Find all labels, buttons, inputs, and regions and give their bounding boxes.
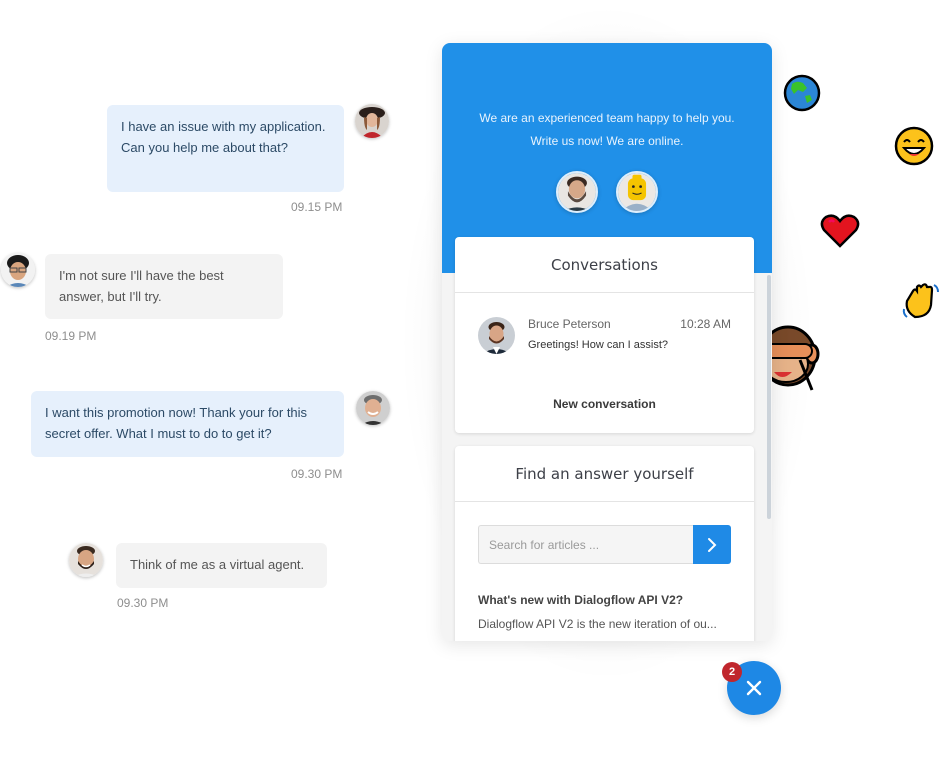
grinning-face-emoji	[894, 126, 934, 166]
conversation-name: Bruce Peterson	[528, 317, 611, 331]
conversations-title: Conversations	[455, 237, 754, 293]
heart-emoji	[820, 213, 860, 249]
panel-scrollbar[interactable]	[767, 275, 771, 519]
article-link[interactable]: What's new with Dialogflow API V2?	[478, 593, 683, 607]
new-conversation-button[interactable]: New conversation	[455, 377, 754, 433]
man-smiling-avatar	[356, 391, 390, 425]
article-search: What's new with Dialogflow API V2? Dialo…	[455, 502, 754, 631]
chat-message-agent: I'm not sure I'll have the best answer, …	[45, 254, 283, 319]
chat-message-user: I want this promotion now! Thank your fo…	[31, 391, 344, 457]
message-text: I have an issue with my application. Can…	[121, 119, 326, 155]
search-submit-button[interactable]	[693, 525, 731, 564]
bruce-peterson-avatar	[478, 317, 515, 354]
waving-hand-emoji	[901, 279, 940, 321]
message-time: 09.19 PM	[45, 329, 97, 343]
woman-avatar	[355, 104, 389, 138]
conversation-preview: Greetings! How can I assist?	[528, 339, 669, 351]
article-description: Dialogflow API V2 is the new iteration o…	[478, 617, 717, 631]
find-answer-card: Find an answer yourself What's new with …	[455, 446, 754, 641]
chat-widget-panel: We are an experienced team happy to help…	[442, 43, 772, 641]
conversation-item[interactable]: Bruce Peterson 10:28 AM Greetings! How c…	[455, 293, 754, 377]
message-time: 09.15 PM	[291, 200, 343, 214]
man-glasses-avatar	[1, 253, 35, 287]
man-beard-avatar	[69, 543, 103, 577]
message-text: Think of me as a virtual agent.	[130, 557, 305, 572]
notification-badge: 2	[722, 662, 742, 682]
message-text: I'm not sure I'll have the best answer, …	[59, 268, 224, 304]
header-line-1: We are an experienced team happy to help…	[479, 111, 735, 125]
globe-emoji	[783, 74, 821, 112]
chat-message-user: I have an issue with my application. Can…	[107, 105, 344, 192]
message-time: 09.30 PM	[291, 467, 343, 481]
chevron-right-icon	[708, 537, 717, 552]
lego-head-avatar	[616, 171, 658, 213]
chat-message-agent: Think of me as a virtual agent.	[116, 543, 327, 588]
article-search-input[interactable]	[478, 525, 693, 564]
message-text: I want this promotion now! Thank your fo…	[45, 405, 308, 441]
header-line-2: Write us now! We are online.	[530, 134, 684, 148]
find-answer-title: Find an answer yourself	[455, 446, 754, 502]
header-tagline: We are an experienced team happy to help…	[442, 107, 772, 153]
close-icon	[746, 680, 762, 696]
conversations-card: Conversations Bruce Peterson 10:28 AM Gr…	[455, 237, 754, 433]
bearded-man-avatar	[556, 171, 598, 213]
message-time: 09.30 PM	[117, 596, 169, 610]
conversation-time: 10:28 AM	[680, 317, 731, 331]
